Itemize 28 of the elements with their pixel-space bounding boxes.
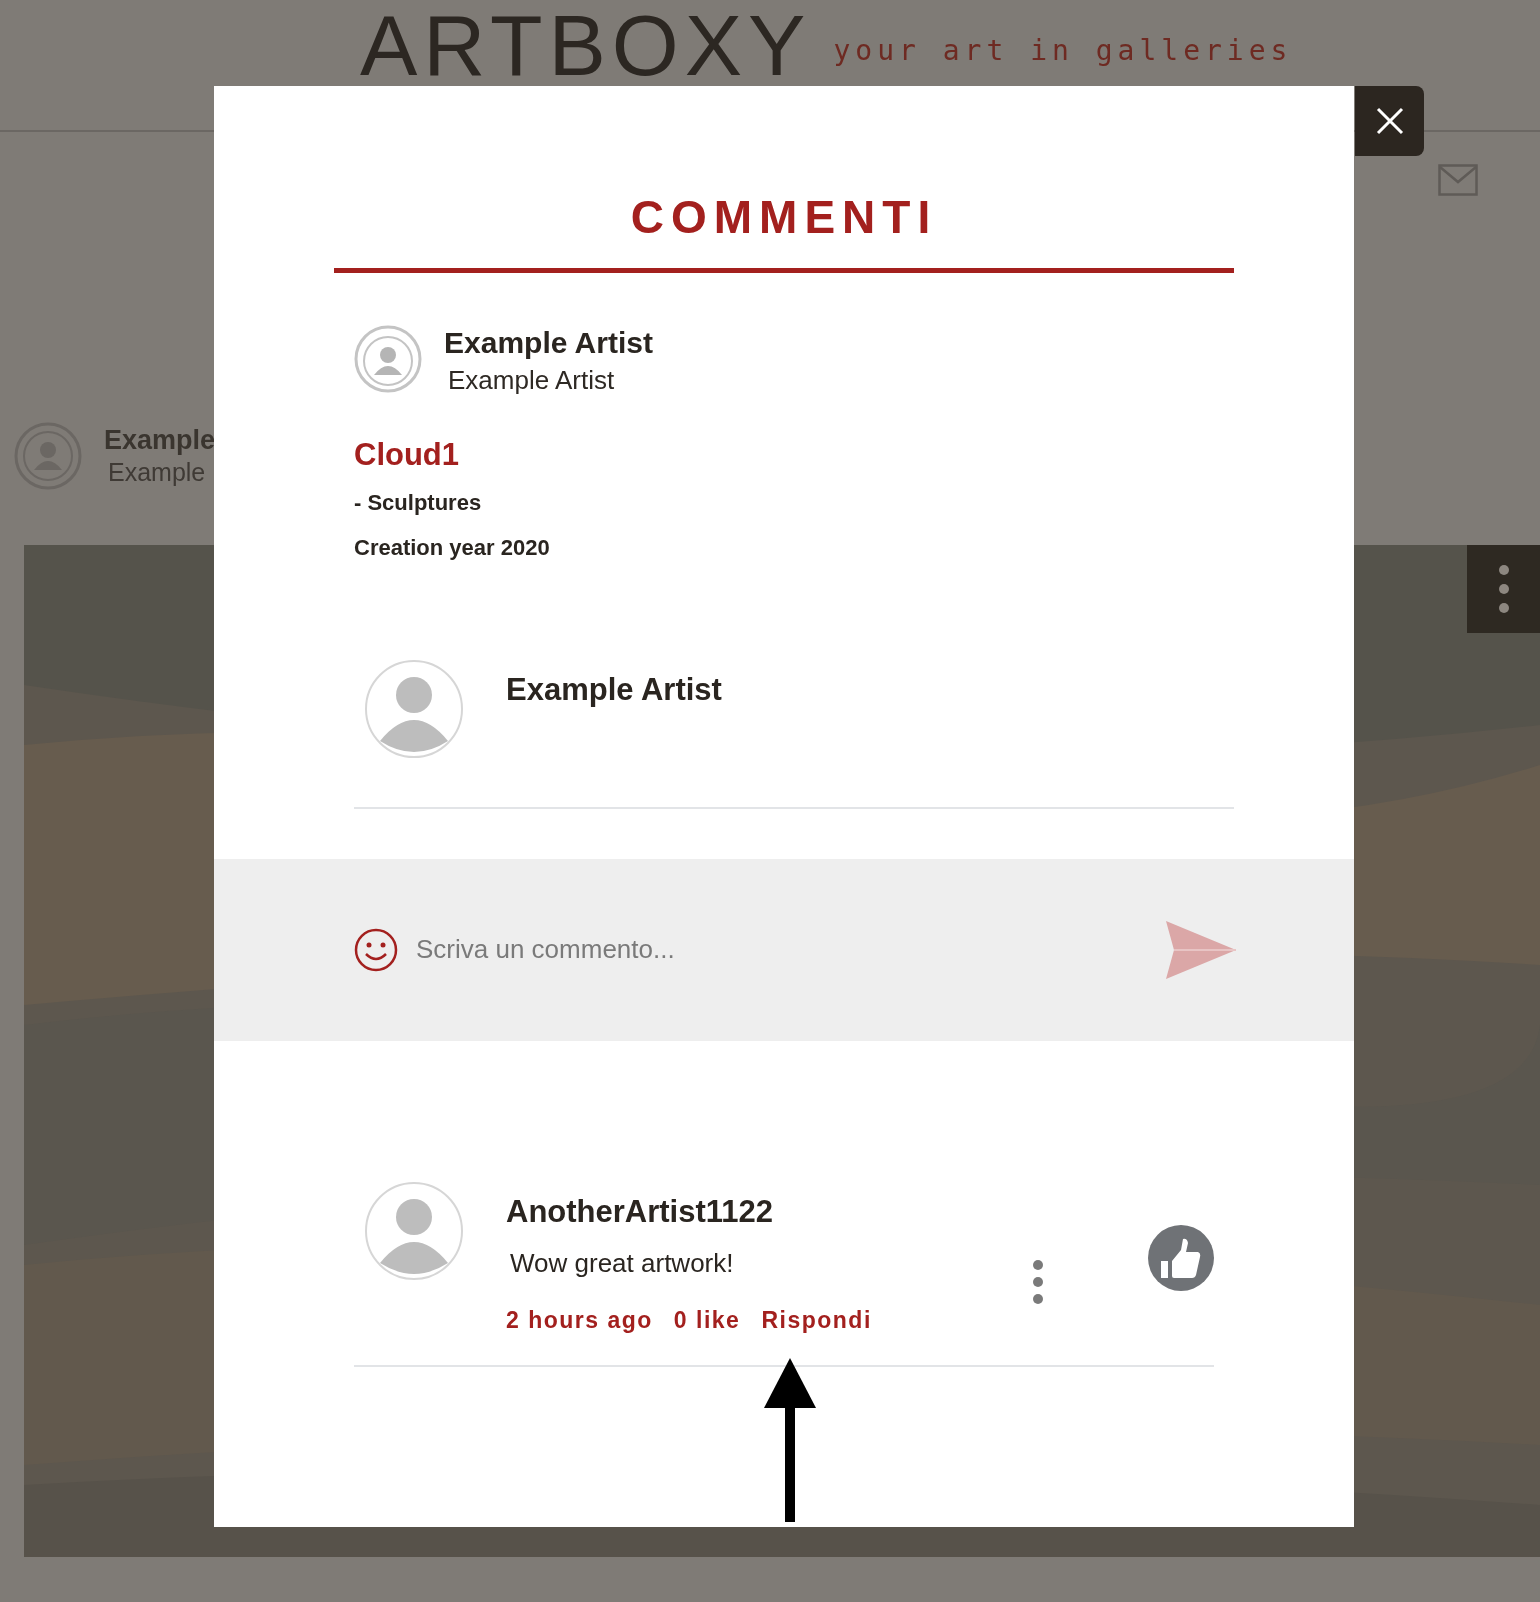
avatar-icon: [364, 1180, 464, 1281]
creation-year: Creation year 2020: [354, 533, 551, 562]
thumbs-up-icon: [1148, 1224, 1214, 1291]
logo: ARTBOXY: [360, 2, 812, 88]
like-button[interactable]: [1148, 1224, 1214, 1291]
emoji-icon[interactable]: [354, 927, 398, 972]
dialog-title: COMMENTI: [334, 194, 1234, 273]
user-name: Example Artist: [506, 670, 722, 709]
avatar-icon: [354, 325, 422, 393]
artist-subtitle: Example Artist: [448, 365, 616, 397]
more-icon: [1032, 1258, 1044, 1305]
likes-link[interactable]: 0 like: [673, 1306, 741, 1335]
artwork-category: - Sculptures: [354, 489, 483, 518]
close-button[interactable]: [1355, 86, 1424, 156]
more-icon[interactable]: [1497, 564, 1510, 614]
commenter-name: AnotherArtist1122: [506, 1192, 775, 1230]
author-name: Example: [104, 423, 216, 456]
artwork-title: Cloud1: [354, 436, 461, 474]
avatar-icon: [364, 658, 464, 759]
close-icon: [1375, 107, 1404, 135]
author-subtitle: Example: [108, 456, 207, 488]
artist-name: Example Artist: [444, 325, 653, 361]
comment-field[interactable]: Scriva un commento...: [416, 930, 1148, 970]
comment-time: 2 hours ago: [506, 1306, 653, 1335]
send-icon: [1166, 920, 1236, 979]
reply-link[interactable]: Rispondi: [761, 1306, 872, 1335]
comment-text: Wow great artwork!: [510, 1247, 735, 1279]
tagline: your art in galleries: [833, 33, 1293, 69]
